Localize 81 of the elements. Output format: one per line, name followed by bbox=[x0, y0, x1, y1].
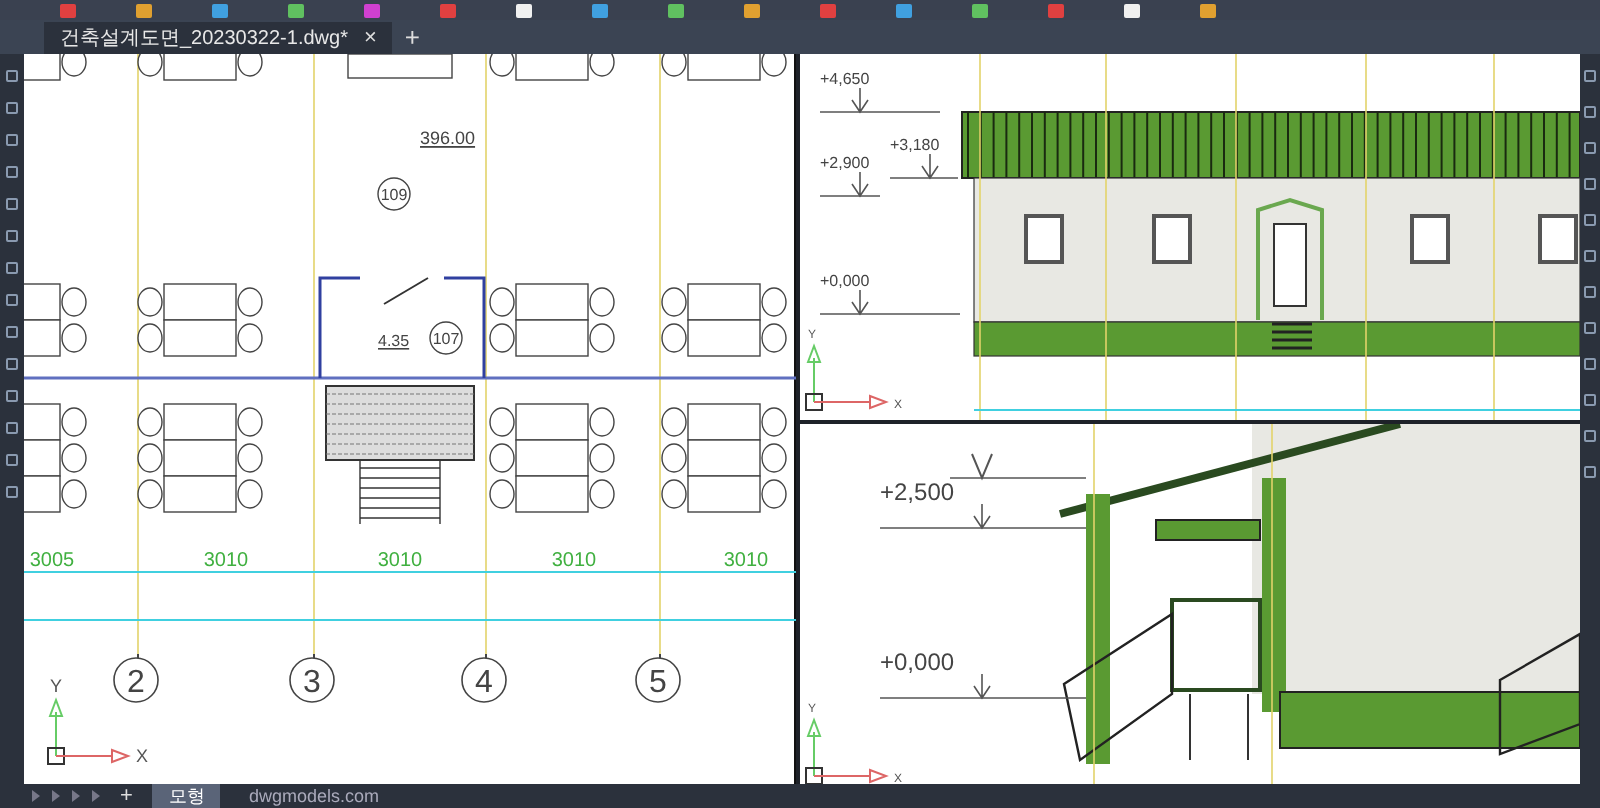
level-marker-icon bbox=[889, 153, 959, 180]
grid-label: 5 bbox=[649, 666, 667, 700]
tool-icon[interactable] bbox=[1584, 70, 1596, 82]
stairs-drawing bbox=[359, 459, 441, 525]
tool-icon[interactable] bbox=[6, 358, 18, 370]
grid-label: 4 bbox=[475, 666, 493, 700]
tool-icon[interactable] bbox=[6, 326, 18, 338]
toolbar-icon[interactable] bbox=[516, 3, 532, 17]
grid-bubble bbox=[461, 657, 507, 703]
toolbar-icon[interactable] bbox=[212, 3, 228, 17]
toolbar-icon[interactable] bbox=[896, 3, 912, 17]
tool-icon[interactable] bbox=[6, 70, 18, 82]
document-tab[interactable]: 건축설계도면_20230322-1.dwg* × bbox=[44, 22, 393, 54]
tool-icon[interactable] bbox=[1584, 430, 1596, 442]
room-number: 109 bbox=[380, 186, 408, 204]
dimension-label: 3010 bbox=[377, 550, 423, 572]
ucs-axis-icon bbox=[47, 697, 131, 765]
level-label: +0,000 bbox=[880, 648, 955, 676]
tool-icon[interactable] bbox=[6, 102, 18, 114]
tool-icon[interactable] bbox=[1584, 466, 1596, 478]
ucs-axis-icon bbox=[805, 343, 889, 411]
close-button[interactable]: × bbox=[363, 27, 377, 49]
tool-icon[interactable] bbox=[6, 294, 18, 306]
level-marker-icon bbox=[879, 673, 1087, 700]
dimension-label: 3010 bbox=[551, 550, 597, 572]
room-tag-circle bbox=[377, 177, 411, 211]
toolbar-icon[interactable] bbox=[668, 3, 684, 17]
tool-icon[interactable] bbox=[6, 262, 18, 274]
grid-bubble bbox=[289, 657, 335, 703]
tool-icon[interactable] bbox=[1584, 322, 1596, 334]
tool-icon[interactable] bbox=[1584, 250, 1596, 262]
tool-icon[interactable] bbox=[6, 486, 18, 498]
toolbar-icon[interactable] bbox=[744, 3, 760, 17]
tool-icon[interactable] bbox=[1584, 286, 1596, 298]
level-marker-icon bbox=[819, 171, 881, 198]
toolbar-icon[interactable] bbox=[136, 3, 152, 17]
toolbar-icon[interactable] bbox=[1124, 3, 1140, 17]
grid-bubble bbox=[635, 657, 681, 703]
layout-tab[interactable]: 모형 bbox=[152, 784, 221, 808]
axis-label: X bbox=[136, 746, 149, 766]
level-label: +2,900 bbox=[820, 154, 870, 172]
grid-label: 2 bbox=[127, 666, 145, 700]
level-label: +3,180 bbox=[890, 136, 940, 154]
toolbar-icon[interactable] bbox=[592, 3, 608, 17]
level-label: +4,650 bbox=[820, 70, 870, 88]
tool-icon[interactable] bbox=[6, 390, 18, 402]
tool-icon[interactable] bbox=[6, 134, 18, 146]
tool-icon[interactable] bbox=[1584, 358, 1596, 370]
area-label: 396.00 bbox=[420, 128, 476, 148]
tool-icon[interactable] bbox=[6, 198, 18, 210]
tool-icon[interactable] bbox=[1584, 394, 1596, 406]
tool-icon[interactable] bbox=[1584, 178, 1596, 190]
level-label: +2,500 bbox=[880, 478, 955, 506]
grid-label: 3 bbox=[303, 666, 321, 700]
toolbar-icon[interactable] bbox=[288, 3, 304, 17]
level-marker-icon bbox=[879, 503, 1087, 530]
new-tab-button[interactable]: + bbox=[404, 24, 420, 54]
tool-icon[interactable] bbox=[1584, 106, 1596, 118]
level-marker-icon bbox=[819, 289, 961, 316]
tool-icon[interactable] bbox=[6, 230, 18, 242]
tool-icon[interactable] bbox=[6, 166, 18, 178]
layout-tab[interactable]: dwgmodels.com bbox=[232, 784, 395, 808]
toolbar-icon[interactable] bbox=[1200, 3, 1216, 17]
tool-icon[interactable] bbox=[1584, 142, 1596, 154]
room-number: 107 bbox=[432, 330, 460, 348]
add-layout-button[interactable]: + bbox=[112, 785, 141, 807]
room-tag-circle bbox=[429, 321, 463, 355]
axis-label: Y bbox=[50, 676, 63, 696]
tool-icon[interactable] bbox=[1584, 214, 1596, 226]
dimension-label: 3010 bbox=[203, 550, 249, 572]
dimension-label: 3005 bbox=[29, 550, 75, 572]
area-label: 4.35 bbox=[378, 332, 410, 350]
tool-icon[interactable] bbox=[6, 454, 18, 466]
toolbar-icon[interactable] bbox=[972, 3, 988, 17]
dimension-marker-icon bbox=[949, 453, 1087, 481]
tab-title: 건축설계도면_20230322-1.dwg* bbox=[60, 25, 348, 53]
grid-bubble bbox=[113, 657, 159, 703]
level-label: +0,000 bbox=[820, 272, 870, 290]
level-marker-icon bbox=[819, 87, 941, 114]
tool-icon[interactable] bbox=[6, 422, 18, 434]
dimension-label: 3010 bbox=[723, 550, 769, 572]
